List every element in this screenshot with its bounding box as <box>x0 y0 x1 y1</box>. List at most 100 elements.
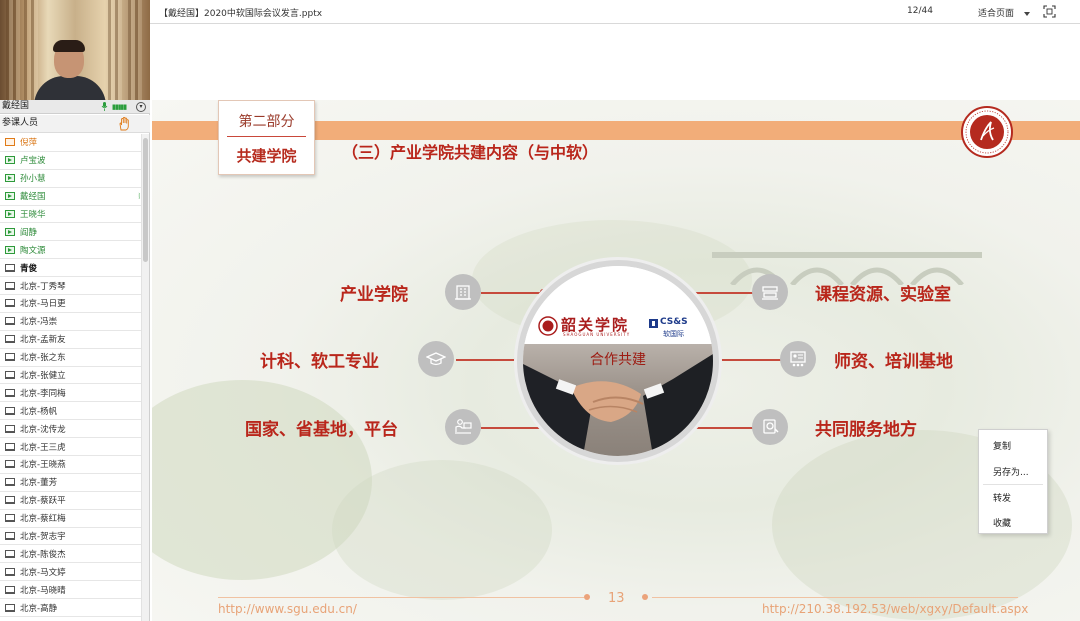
item-course-resources-lab: 课程资源、实验室 <box>815 285 951 305</box>
presenter-name: 戴经国 <box>2 101 30 111</box>
participant-name: 北京-冯崇 <box>20 317 58 328</box>
participant-row[interactable]: 北京-高静 <box>0 599 141 618</box>
participant-row[interactable]: 北京-马晓晴 <box>0 581 141 600</box>
participant-row[interactable]: 北京-王晓燕 <box>0 456 141 474</box>
screen-icon <box>5 263 15 272</box>
sgu-sub: SHAOGUAN UNIVERSITY <box>563 332 631 337</box>
participant-row[interactable]: 青俊 <box>0 259 141 278</box>
bridge-background <box>712 252 982 285</box>
participant-row[interactable]: 北京-丁秀琴 <box>0 277 141 296</box>
partner-logo: CS&S <box>660 317 688 327</box>
participant-row[interactable]: 北京-蔡红梅 <box>0 510 141 528</box>
participant-name: 北京-马文婷 <box>20 567 66 578</box>
participant-row[interactable]: 北京-张之东 <box>0 349 141 367</box>
fit-mode-select[interactable]: 适合页面 <box>978 6 1031 19</box>
sidebar: 戴经国 ▮▮▮▮▮ ▾ 参课人员 倪萍 卢宝波 孙小慧 戴经国 ⦚ 王晓华 阎静 陶文源 青俊北… <box>0 0 150 621</box>
microphone-icon[interactable] <box>101 102 108 111</box>
workstation-icon <box>445 409 481 445</box>
participant-name: 阎静 <box>20 227 38 238</box>
chevron-down-icon <box>1024 11 1031 16</box>
participant-row[interactable]: 北京-孟新友 <box>0 331 141 349</box>
participant-row[interactable]: 北京-马日更 <box>0 295 141 313</box>
training-icon <box>780 341 816 377</box>
university-seal-logo <box>961 106 1013 158</box>
participant-name: 北京-杨帆 <box>20 406 58 417</box>
participant-row[interactable]: 戴经国 ⦚ <box>0 188 141 206</box>
slide-title: （三）产业学院共建内容（与中软） <box>342 143 599 162</box>
participant-row[interactable]: 北京-杨帆 <box>0 402 141 421</box>
participant-name: 陶文源 <box>20 245 46 256</box>
screen-icon <box>5 460 15 469</box>
participant-row[interactable]: 北京-陈俊杰 <box>0 545 141 564</box>
participant-name: 北京-高静 <box>20 603 58 614</box>
screen-icon <box>5 192 15 201</box>
participants-header: 参课人员 <box>0 115 150 133</box>
section-part: 第二部分 <box>238 114 295 130</box>
participant-row[interactable]: 北京-冯崇 <box>0 313 141 331</box>
screen-icon <box>5 245 15 254</box>
participant-row[interactable]: 卢宝波 <box>0 152 141 170</box>
screen-icon <box>5 585 15 594</box>
participant-row[interactable]: 阎静 <box>0 223 141 242</box>
document-title: 【戴经国】2020中软国际会议发言.pptx <box>159 9 323 19</box>
speaking-icon: ⦚ <box>138 191 140 201</box>
center-cooperation-circle: 韶关学院 SHAOGUAN UNIVERSITY CS&S 软国际 合作共建 <box>517 260 719 462</box>
screen-icon <box>5 567 15 576</box>
cooperation-label: 合作共建 <box>590 352 646 368</box>
screen-icon <box>5 281 15 290</box>
footer-left-url: http://www.sgu.edu.cn/ <box>218 602 357 616</box>
participant-name: 北京-丁秀琴 <box>20 281 66 292</box>
slide-page-number: 13 <box>608 591 625 606</box>
participant-name: 北京-张之东 <box>20 353 66 364</box>
screen-icon <box>5 353 15 362</box>
participant-row[interactable]: 孙小慧 <box>0 170 141 188</box>
participant-name: 北京-马晓晴 <box>20 585 66 596</box>
screen-icon <box>5 532 15 541</box>
participant-row[interactable]: 北京-马文婷 <box>0 563 141 582</box>
participant-name: 戴经国 <box>20 192 46 203</box>
participant-row[interactable]: 北京-贺志宇 <box>0 528 141 546</box>
section-name: 共建学院 <box>236 147 297 165</box>
service-icon <box>752 409 788 445</box>
video-menu-icon[interactable]: ▾ <box>136 102 146 112</box>
participant-name: 北京-王晓燕 <box>20 460 66 471</box>
item-cs-se-majors: 计科、软工专业 <box>260 352 379 372</box>
presenter-body <box>34 76 106 100</box>
presentation-slide[interactable]: 第二部分 共建学院 （三）产业学院共建内容（与中软） 产业学院 计科、软工专业 … <box>152 100 1080 621</box>
host-icon <box>5 138 15 147</box>
participant-row[interactable]: 陶文源 <box>0 241 141 260</box>
screen-icon <box>5 317 15 326</box>
participant-row[interactable]: 北京-蔡跃平 <box>0 492 141 510</box>
participant-row[interactable]: 北京-董芳 <box>0 474 141 492</box>
item-faculty-training-base: 师资、培训基地 <box>834 352 953 372</box>
participant-name: 青俊 <box>20 263 38 274</box>
participants-title: 参课人员 <box>2 118 39 128</box>
participant-name: 北京-王三虎 <box>20 442 66 453</box>
raise-hand-icon[interactable] <box>118 117 130 131</box>
participant-name: 北京-张健立 <box>20 371 66 382</box>
screen-icon <box>5 388 15 397</box>
scrollbar-thumb[interactable] <box>143 138 148 262</box>
participant-name: 北京-马日更 <box>20 299 66 310</box>
menu-item-save-as[interactable]: 另存为... <box>993 465 1029 478</box>
menu-item-forward[interactable]: 转发 <box>993 491 1011 504</box>
screen-icon <box>5 371 15 380</box>
books-icon <box>752 274 788 310</box>
participant-list-scrollbar[interactable] <box>141 134 149 621</box>
page-indicator[interactable]: 12/44 <box>907 6 933 16</box>
participant-name: 卢宝波 <box>20 156 46 167</box>
participant-row[interactable]: 倪萍 <box>0 134 141 152</box>
participant-row[interactable]: 北京-张健立 <box>0 367 141 385</box>
participant-list[interactable]: 倪萍卢宝波孙小慧戴经国 ⦚ 王晓华阎静陶文源青俊北京-丁秀琴 北京-马日更 北京-冯崇北… <box>0 134 141 621</box>
participant-row[interactable]: 北京-李同梅 <box>0 384 141 403</box>
partner-sub: 软国际 <box>663 330 684 338</box>
menu-item-copy[interactable]: 复制 <box>993 439 1011 452</box>
screen-icon <box>5 549 15 558</box>
participant-row[interactable]: 北京-沈传龙 <box>0 420 141 439</box>
presenter-video[interactable] <box>0 0 150 100</box>
fit-mode-label: 适合页面 <box>978 9 1015 19</box>
participant-row[interactable]: 北京-王三虎 <box>0 438 141 457</box>
fullscreen-icon[interactable] <box>1043 5 1056 18</box>
participant-row[interactable]: 王晓华 <box>0 206 141 224</box>
menu-item-favorite[interactable]: 收藏 <box>993 516 1011 529</box>
